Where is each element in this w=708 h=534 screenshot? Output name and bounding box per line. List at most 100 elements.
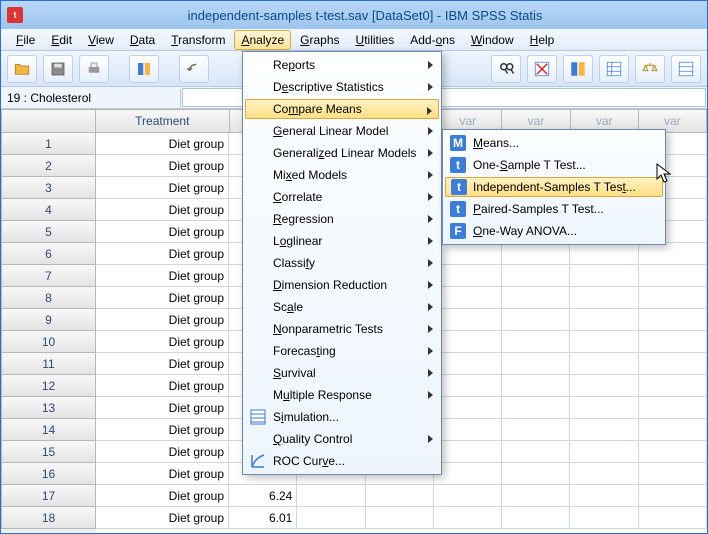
menu-graphs[interactable]: Graphs bbox=[293, 30, 346, 50]
row-header[interactable]: 2 bbox=[1, 155, 96, 177]
cell[interactable] bbox=[434, 441, 502, 463]
cell[interactable]: Diet group bbox=[96, 353, 229, 375]
row-header[interactable]: 10 bbox=[1, 331, 96, 353]
menu-window[interactable]: Window bbox=[464, 30, 521, 50]
row-header[interactable]: 3 bbox=[1, 177, 96, 199]
cell[interactable]: Diet group bbox=[96, 331, 229, 353]
row-header[interactable]: 17 bbox=[1, 485, 96, 507]
cell[interactable] bbox=[434, 419, 502, 441]
cell[interactable] bbox=[434, 375, 502, 397]
row-header[interactable]: 11 bbox=[1, 353, 96, 375]
submenu-one-sample-t-test[interactable]: tOne-Sample T Test... bbox=[445, 154, 663, 176]
cell[interactable] bbox=[570, 485, 638, 507]
menu-reports[interactable]: Reports bbox=[245, 54, 439, 76]
cell[interactable] bbox=[502, 419, 570, 441]
cell[interactable] bbox=[297, 485, 365, 507]
cell[interactable] bbox=[570, 375, 638, 397]
row-header[interactable]: 18 bbox=[1, 507, 96, 529]
data-view-button[interactable] bbox=[129, 55, 159, 83]
menu-classify[interactable]: Classify bbox=[245, 252, 439, 274]
cell[interactable] bbox=[434, 309, 502, 331]
cell[interactable] bbox=[366, 485, 434, 507]
row-header[interactable]: 9 bbox=[1, 309, 96, 331]
menu-general-linear-model[interactable]: General Linear Model bbox=[245, 120, 439, 142]
cell[interactable] bbox=[570, 419, 638, 441]
row-header[interactable]: 16 bbox=[1, 463, 96, 485]
variables-button[interactable] bbox=[563, 55, 593, 83]
menu-forecasting[interactable]: Forecasting bbox=[245, 340, 439, 362]
cell[interactable] bbox=[639, 331, 707, 353]
menu-compare-means[interactable]: Compare Means bbox=[245, 99, 439, 119]
row-header[interactable]: 12 bbox=[1, 375, 96, 397]
cell[interactable] bbox=[502, 243, 570, 265]
cell[interactable] bbox=[502, 331, 570, 353]
weight-button[interactable] bbox=[635, 55, 665, 83]
menu-descriptive-statistics[interactable]: Descriptive Statistics bbox=[245, 76, 439, 98]
cell[interactable] bbox=[570, 243, 638, 265]
column-header-treatment[interactable]: Treatment bbox=[96, 109, 230, 133]
cell[interactable] bbox=[639, 507, 707, 529]
cell[interactable] bbox=[639, 419, 707, 441]
save-button[interactable] bbox=[43, 55, 73, 83]
menu-utilities[interactable]: Utilities bbox=[349, 30, 402, 50]
menu-scale[interactable]: Scale bbox=[245, 296, 439, 318]
cell[interactable] bbox=[502, 485, 570, 507]
cell[interactable]: Diet group bbox=[96, 243, 229, 265]
cell[interactable] bbox=[434, 243, 502, 265]
menu-quality-control[interactable]: Quality Control bbox=[245, 428, 439, 450]
undo-button[interactable] bbox=[179, 55, 209, 83]
cell[interactable] bbox=[639, 287, 707, 309]
cell[interactable] bbox=[502, 309, 570, 331]
cell[interactable]: Diet group bbox=[96, 375, 229, 397]
menu-view[interactable]: View bbox=[81, 30, 121, 50]
row-header[interactable]: 13 bbox=[1, 397, 96, 419]
cell[interactable] bbox=[639, 375, 707, 397]
cell[interactable] bbox=[639, 265, 707, 287]
row-header[interactable]: 5 bbox=[1, 221, 96, 243]
cell[interactable] bbox=[570, 507, 638, 529]
submenu-paired-samples-t-test[interactable]: tPaired-Samples T Test... bbox=[445, 198, 663, 220]
menu-edit[interactable]: Edit bbox=[44, 30, 79, 50]
cell[interactable] bbox=[434, 463, 502, 485]
cell[interactable] bbox=[434, 353, 502, 375]
cell[interactable] bbox=[639, 463, 707, 485]
menu-help[interactable]: Help bbox=[523, 30, 562, 50]
split-button[interactable] bbox=[671, 55, 701, 83]
cell[interactable] bbox=[570, 287, 638, 309]
find-button[interactable] bbox=[491, 55, 521, 83]
cell[interactable] bbox=[570, 265, 638, 287]
cell[interactable] bbox=[502, 441, 570, 463]
cell[interactable] bbox=[434, 331, 502, 353]
cell[interactable] bbox=[502, 397, 570, 419]
cell[interactable]: Diet group bbox=[96, 441, 229, 463]
select-cases-button[interactable] bbox=[527, 55, 557, 83]
submenu-means[interactable]: MMeans... bbox=[445, 132, 663, 154]
menu-survival[interactable]: Survival bbox=[245, 362, 439, 384]
menu-dimension-reduction[interactable]: Dimension Reduction bbox=[245, 274, 439, 296]
menu-analyze[interactable]: Analyze bbox=[234, 30, 291, 50]
menu-addons[interactable]: Add-ons bbox=[403, 30, 462, 50]
cell[interactable]: Diet group bbox=[96, 177, 229, 199]
menu-mixed-models[interactable]: Mixed Models bbox=[245, 164, 439, 186]
cell[interactable] bbox=[639, 243, 707, 265]
cell[interactable] bbox=[434, 397, 502, 419]
cell[interactable] bbox=[570, 397, 638, 419]
cell[interactable] bbox=[434, 265, 502, 287]
menu-transform[interactable]: Transform bbox=[164, 30, 232, 50]
cell[interactable] bbox=[502, 287, 570, 309]
row-header[interactable]: 1 bbox=[1, 133, 96, 155]
cell[interactable] bbox=[570, 309, 638, 331]
row-header[interactable]: 15 bbox=[1, 441, 96, 463]
cell[interactable] bbox=[434, 287, 502, 309]
submenu-one-way-anova[interactable]: FOne-Way ANOVA... bbox=[445, 220, 663, 242]
menu-correlate[interactable]: Correlate bbox=[245, 186, 439, 208]
row-header[interactable]: 4 bbox=[1, 199, 96, 221]
cell[interactable]: Diet group bbox=[96, 485, 229, 507]
open-button[interactable] bbox=[7, 55, 37, 83]
row-header[interactable]: 7 bbox=[1, 265, 96, 287]
cell[interactable] bbox=[639, 309, 707, 331]
cell[interactable] bbox=[639, 397, 707, 419]
menu-file[interactable]: File bbox=[9, 30, 42, 50]
cell[interactable] bbox=[434, 507, 502, 529]
menu-data[interactable]: Data bbox=[123, 30, 162, 50]
